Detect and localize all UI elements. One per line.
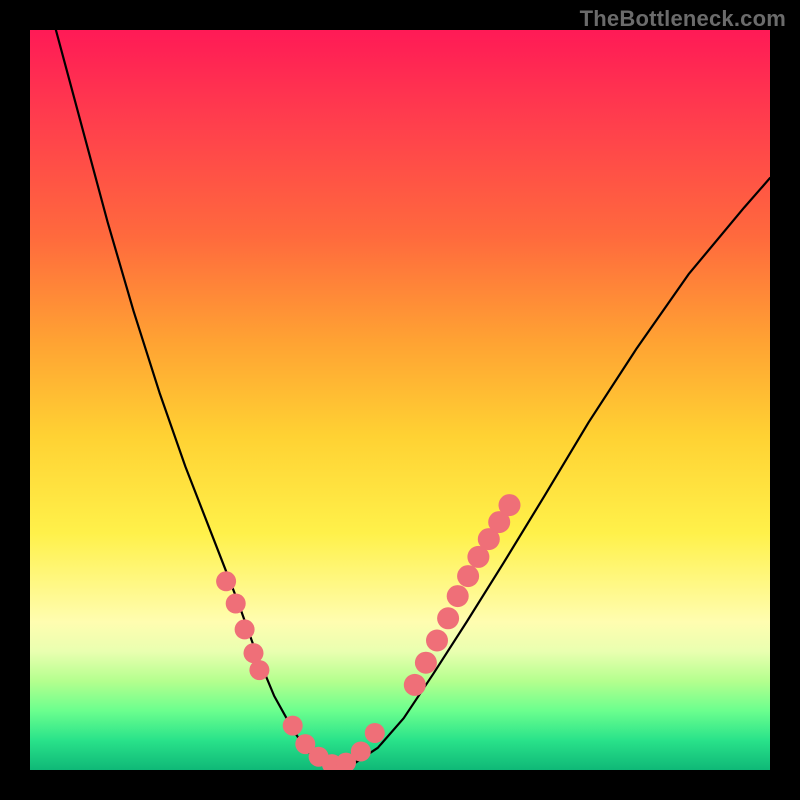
watermark-text: TheBottleneck.com — [580, 6, 786, 32]
bead-cluster-left-dot — [226, 594, 246, 614]
chart-frame: { "watermark": "TheBottleneck.com", "cha… — [0, 0, 800, 800]
bead-cluster-left-dot — [216, 571, 236, 591]
bead-cluster-right-dot — [404, 674, 426, 696]
curve-svg — [30, 30, 770, 770]
bead-cluster-bottom-dot — [365, 723, 385, 743]
plot-area — [30, 30, 770, 770]
bead-cluster-right-dot — [457, 565, 479, 587]
bead-cluster-right-dot — [447, 585, 469, 607]
bead-cluster-right-dot — [437, 607, 459, 629]
bead-cluster-right-dot — [426, 630, 448, 652]
bead-cluster-bottom-dot — [283, 716, 303, 736]
bead-cluster-right-dot — [499, 494, 521, 516]
bottleneck-curve — [56, 30, 770, 766]
bead-cluster-left-dot — [244, 643, 264, 663]
bead-cluster-left-dot — [235, 619, 255, 639]
bead-cluster-left-dot — [249, 660, 269, 680]
bead-cluster-bottom-dot — [351, 742, 371, 762]
bead-cluster-right-dot — [415, 652, 437, 674]
